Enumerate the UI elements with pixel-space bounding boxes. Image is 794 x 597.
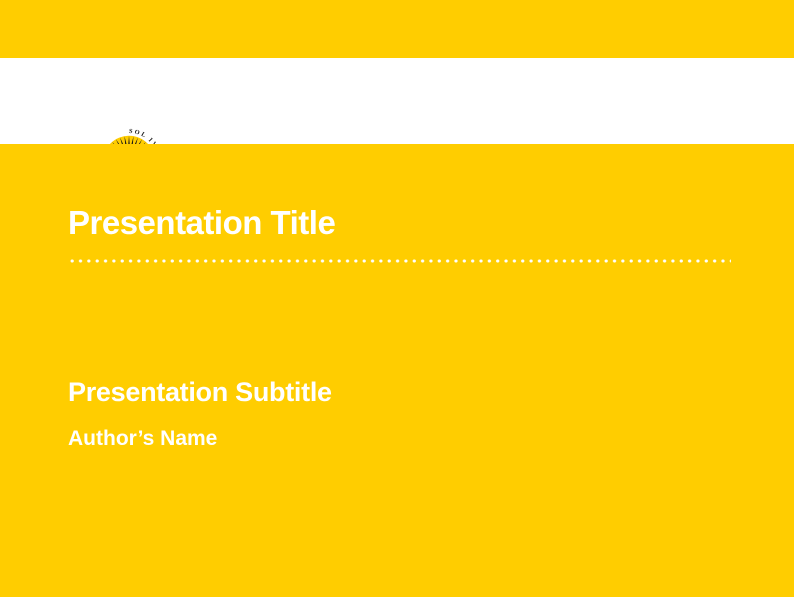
top-yellow-band <box>0 0 794 58</box>
presentation-subtitle: Presentation Subtitle <box>68 377 332 408</box>
author-name: Author’s Name <box>68 427 217 451</box>
title-slide: SOL IVSTITIAE ILLVSTRA NOS <box>0 0 794 597</box>
dotted-divider <box>68 257 731 265</box>
logo-band: SOL IVSTITIAE ILLVSTRA NOS <box>0 58 794 144</box>
presentation-title: Presentation Title <box>68 204 335 242</box>
